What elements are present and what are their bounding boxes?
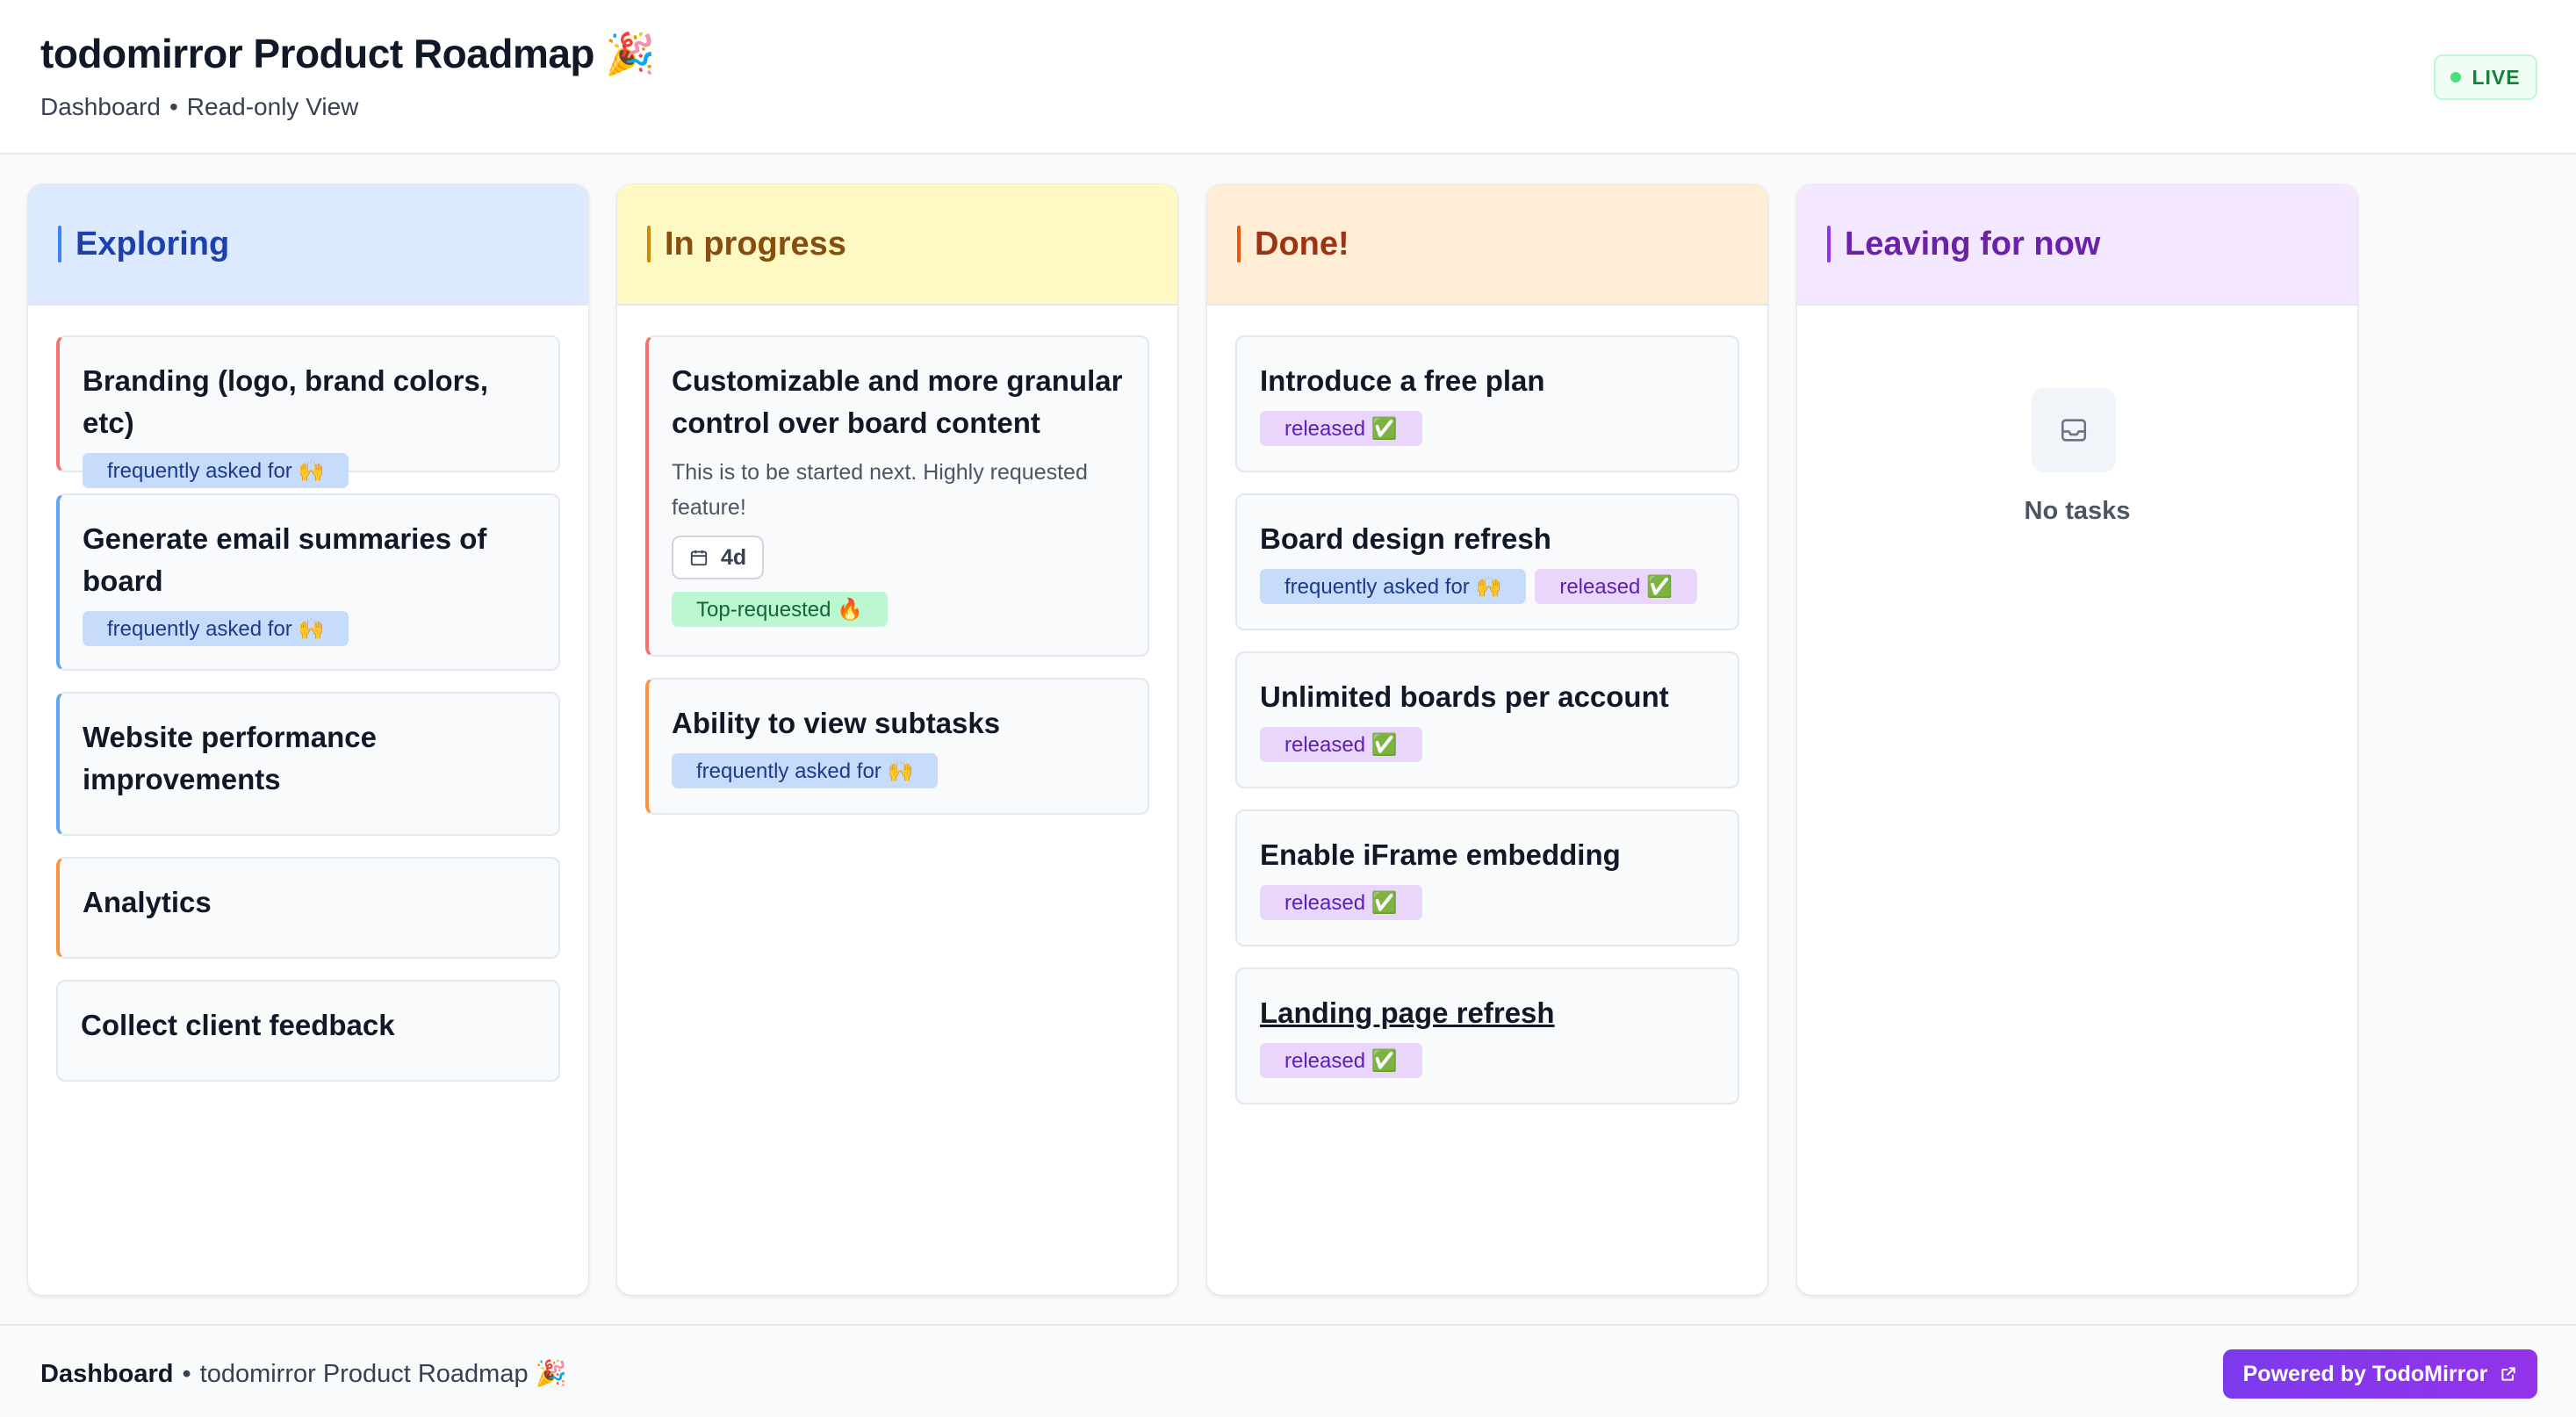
task-title: Customizable and more granular control o… xyxy=(672,364,1123,439)
tag-badge: frequently asked for 🙌 xyxy=(83,453,349,488)
tag-badge: frequently asked for 🙌 xyxy=(1260,569,1527,604)
task-card[interactable]: Unlimited boards per account released ✅ xyxy=(1235,651,1739,788)
column-accent-bar xyxy=(58,226,61,263)
footer-breadcrumb: Dashboard • todomirror Product Roadmap 🎉 xyxy=(40,1359,567,1389)
task-title: Generate email summaries of board xyxy=(83,522,487,597)
task-title: Website performance improvements xyxy=(83,721,377,795)
task-card[interactable]: Introduce a free plan released ✅ xyxy=(1235,335,1739,472)
page-footer: Dashboard • todomirror Product Roadmap 🎉 P… xyxy=(0,1324,2576,1417)
task-card[interactable]: Board design refresh frequently asked fo… xyxy=(1235,493,1739,630)
tag-badge: frequently asked for 🙌 xyxy=(672,753,939,788)
task-title-link[interactable]: Landing page refresh xyxy=(1260,992,1715,1034)
task-card[interactable]: Customizable and more granular control o… xyxy=(645,335,1149,657)
task-title: Board design refresh xyxy=(1260,522,1551,555)
task-title: Ability to view subtasks xyxy=(672,707,1001,739)
tag-badge: released ✅ xyxy=(1260,411,1422,446)
column-header: In progress xyxy=(617,184,1177,306)
column-title: Exploring xyxy=(76,225,230,263)
powered-by-button[interactable]: Powered by TodoMirror xyxy=(2223,1349,2537,1399)
tag-badge: released ✅ xyxy=(1260,727,1422,762)
column-title: In progress xyxy=(665,225,846,263)
task-card[interactable]: Ability to view subtasks frequently aske… xyxy=(645,678,1149,815)
empty-state-text: No tasks xyxy=(2024,497,2131,525)
column-title: Done! xyxy=(1255,225,1349,263)
external-link-icon xyxy=(2501,1367,2516,1381)
column-leaving-for-now: Leaving for now No tasks xyxy=(1797,184,2357,1295)
task-card[interactable]: Branding (logo, brand colors, etc) frequ… xyxy=(56,335,560,488)
live-indicator-icon xyxy=(2450,72,2462,83)
task-card[interactable]: Landing page refresh released ✅ xyxy=(1235,967,1739,1104)
calendar-icon xyxy=(690,550,708,566)
column-accent-bar xyxy=(1237,226,1241,263)
column-exploring: Exploring Branding (logo, brand colors, … xyxy=(28,184,588,1295)
footer-board-name: todomirror Product Roadmap 🎉 xyxy=(199,1360,567,1388)
column-accent-bar xyxy=(1827,226,1831,263)
tag-badge: Top-requested 🔥 xyxy=(672,592,888,627)
task-card[interactable]: Analytics xyxy=(56,857,560,959)
footer-separator: • xyxy=(182,1360,191,1388)
breadcrumb: Dashboard • Read-only View xyxy=(40,93,358,121)
task-title: Analytics xyxy=(83,886,212,918)
view-mode-label: Read-only View xyxy=(186,93,359,120)
page-title: todomirror Product Roadmap 🎉 xyxy=(40,31,656,76)
task-description: This is to be started next. Highly reque… xyxy=(672,460,1088,520)
footer-dashboard-label: Dashboard xyxy=(40,1360,174,1388)
column-header: Exploring xyxy=(28,184,588,306)
due-date-chip: 4d xyxy=(672,536,765,579)
column-done: Done! Introduce a free plan released ✅ B… xyxy=(1207,184,1767,1295)
column-accent-bar xyxy=(647,226,651,263)
tag-badge: frequently asked for 🙌 xyxy=(83,611,349,646)
task-title: Branding (logo, brand colors, etc) xyxy=(83,364,488,439)
tag-badge: released ✅ xyxy=(1260,885,1422,920)
task-card[interactable]: Generate email summaries of board freque… xyxy=(56,493,560,671)
column-in-progress: In progress Customizable and more granul… xyxy=(617,184,1177,1295)
breadcrumb-separator: • xyxy=(169,93,178,120)
column-header: Leaving for now xyxy=(1797,184,2357,306)
task-card[interactable]: Collect client feedback xyxy=(56,980,560,1082)
tag-badge: released ✅ xyxy=(1535,569,1697,604)
live-label: LIVE xyxy=(2472,65,2521,89)
column-title: Leaving for now xyxy=(1845,225,2101,263)
task-card[interactable]: Enable iFrame embedding released ✅ xyxy=(1235,809,1739,946)
live-status-badge: LIVE xyxy=(2434,54,2537,100)
task-title: Introduce a free plan xyxy=(1260,364,1545,397)
column-header: Done! xyxy=(1207,184,1767,306)
task-title: Enable iFrame embedding xyxy=(1260,838,1621,871)
due-date-value: 4d xyxy=(721,544,747,570)
task-title: Unlimited boards per account xyxy=(1260,680,1669,713)
inbox-icon xyxy=(2032,388,2116,472)
breadcrumb-dashboard: Dashboard xyxy=(40,93,161,120)
page-header: todomirror Product Roadmap 🎉 Dashboard • R… xyxy=(0,0,2576,155)
task-card[interactable]: Website performance improvements xyxy=(56,692,560,836)
task-title: Collect client feedback xyxy=(81,1009,395,1041)
tag-badge: released ✅ xyxy=(1260,1043,1422,1078)
powered-by-label: Powered by TodoMirror xyxy=(2242,1361,2488,1386)
